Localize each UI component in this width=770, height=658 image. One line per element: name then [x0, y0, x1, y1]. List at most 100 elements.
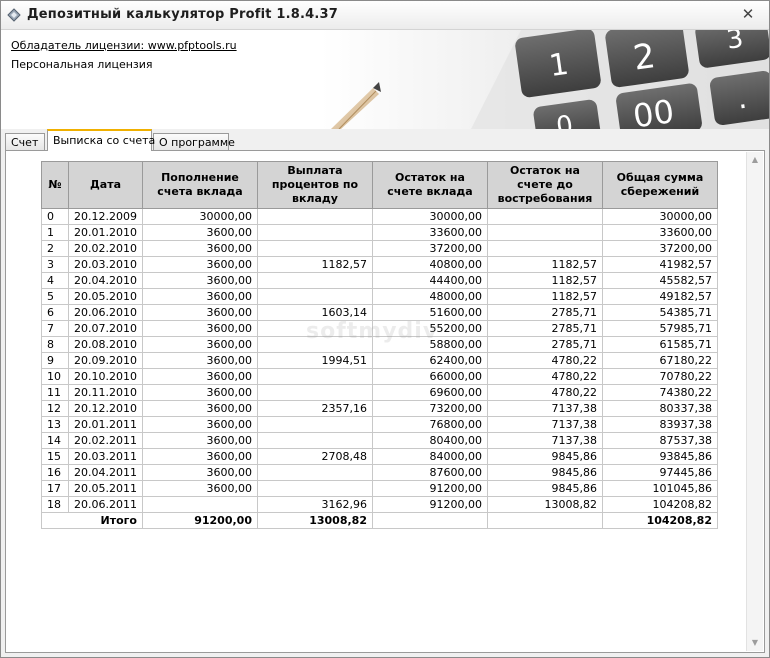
table-cell: 30000,00 [141, 208, 258, 225]
table-cell: 101045,86 [601, 480, 718, 497]
table-cell: 2708,48 [256, 448, 373, 465]
title-bar[interactable]: Депозитный калькулятор Profit 1.8.4.37 ✕ [1, 1, 769, 30]
column-header-demand-balance: Остаток на счете до востребования [486, 161, 603, 209]
table-cell: 37200,00 [601, 240, 718, 257]
table-cell: 3600,00 [141, 224, 258, 241]
scroll-up-icon[interactable]: ▲ [747, 152, 763, 168]
table-cell: 8 [41, 336, 69, 353]
statement-panel: № Дата Пополнение счета вклада Выплата п… [5, 150, 765, 653]
table-cell: 9845,86 [486, 464, 603, 481]
table-cell: 3600,00 [141, 480, 258, 497]
table-cell: 55200,00 [371, 320, 488, 337]
table-cell: 20.04.2011 [68, 464, 143, 481]
table-cell: 91200,00 [371, 480, 488, 497]
table-cell: 49182,57 [601, 288, 718, 305]
table-row: 5 20.05.2010 3600,00 48000,00 1182,57 49182,5… [41, 288, 718, 305]
table-cell: 74380,22 [601, 384, 718, 401]
table-cell [256, 288, 373, 305]
table-cell: 7 [41, 320, 69, 337]
table-cell: 3600,00 [141, 448, 258, 465]
table-cell: 20.04.2010 [68, 272, 143, 289]
table-cell: 3600,00 [141, 240, 258, 257]
table-cell: 20.02.2011 [68, 432, 143, 449]
table-cell [141, 496, 258, 513]
column-header-total-savings: Общая сумма сбережений [601, 161, 718, 209]
column-header-date: Дата [68, 161, 143, 209]
table-cell: 1 [41, 224, 69, 241]
table-cell: 13 [41, 416, 69, 433]
table-cell: 3600,00 [141, 400, 258, 417]
table-row: 6 20.06.2010 3600,00 1603,14 51600,00 2785,71… [41, 304, 718, 321]
table-row: 13 20.01.2011 3600,00 76800,00 7137,38 83937,… [41, 416, 718, 433]
close-button[interactable]: ✕ [735, 4, 761, 24]
scroll-down-icon[interactable]: ▼ [747, 635, 763, 651]
table-cell: 3600,00 [141, 416, 258, 433]
table-cell [256, 368, 373, 385]
table-cell: 2357,16 [256, 400, 373, 417]
table-cell: 1182,57 [486, 256, 603, 273]
table-cell [256, 384, 373, 401]
table-row: 7 20.07.2010 3600,00 55200,00 2785,71 57985,7… [41, 320, 718, 337]
table-cell: 12 [41, 400, 69, 417]
table-cell: 1182,57 [486, 288, 603, 305]
key-00-label: 00 [631, 92, 677, 129]
app-window: Депозитный калькулятор Profit 1.8.4.37 ✕… [0, 0, 770, 658]
tab-account[interactable]: Счет [5, 133, 45, 150]
table-cell: 20.05.2011 [68, 480, 143, 497]
table-row: 2 20.02.2010 3600,00 37200,00 37200,00 [41, 240, 718, 257]
table-cell: 20.03.2011 [68, 448, 143, 465]
table-cell: 76800,00 [371, 416, 488, 433]
table-cell: 4780,22 [486, 368, 603, 385]
table-cell: 93845,86 [601, 448, 718, 465]
table-cell: 54385,71 [601, 304, 718, 321]
license-type-label: Персональная лицензия [11, 58, 153, 71]
table-header-row: № Дата Пополнение счета вклада Выплата п… [41, 161, 718, 209]
total-empty-cell [371, 512, 488, 529]
table-row: 16 20.04.2011 3600,00 87600,00 9845,86 97445,… [41, 464, 718, 481]
table-cell [256, 224, 373, 241]
vertical-scrollbar[interactable]: ▲ ▼ [746, 152, 763, 651]
table-row: 12 20.12.2010 3600,00 2357,16 73200,00 7137,3… [41, 400, 718, 417]
table-cell: 48000,00 [371, 288, 488, 305]
tab-about[interactable]: О программе [153, 133, 235, 150]
table-cell: 84000,00 [371, 448, 488, 465]
table-cell: 1182,57 [486, 272, 603, 289]
table-cell: 11 [41, 384, 69, 401]
table-cell: 2785,71 [486, 320, 603, 337]
table-cell [256, 240, 373, 257]
column-header-deposit: Пополнение счета вклада [141, 161, 258, 209]
table-row: 14 20.02.2011 3600,00 80400,00 7137,38 87537,… [41, 432, 718, 449]
table-cell: 3600,00 [141, 272, 258, 289]
statement-table: № Дата Пополнение счета вклада Выплата п… [41, 161, 718, 529]
tab-statement[interactable]: Выписка со счета [47, 129, 155, 151]
column-header-interest: Выплата процентов по вкладу [256, 161, 373, 209]
table-cell [256, 272, 373, 289]
table-row: 9 20.09.2010 3600,00 1994,51 62400,00 4780,22… [41, 352, 718, 369]
app-icon [7, 8, 21, 22]
table-cell: 17 [41, 480, 69, 497]
table-cell: 70780,22 [601, 368, 718, 385]
license-header: Обладатель лицензии: www.pfptools.ru Пер… [1, 30, 769, 129]
table-row: 8 20.08.2010 3600,00 58800,00 2785,71 61585,7… [41, 336, 718, 353]
table-cell: 83937,38 [601, 416, 718, 433]
table-cell: 20.01.2010 [68, 224, 143, 241]
table-cell: 20.08.2010 [68, 336, 143, 353]
table-row: 17 20.05.2011 3600,00 91200,00 9845,86 101045… [41, 480, 718, 497]
window-title: Депозитный калькулятор Profit 1.8.4.37 [27, 7, 339, 22]
table-cell: 10 [41, 368, 69, 385]
table-cell: 87600,00 [371, 464, 488, 481]
table-cell: 9845,86 [486, 448, 603, 465]
table-cell: 33600,00 [371, 224, 488, 241]
table-cell: 3600,00 [141, 464, 258, 481]
table-cell: 3600,00 [141, 352, 258, 369]
table-cell: 20.06.2010 [68, 304, 143, 321]
table-cell: 91200,00 [371, 496, 488, 513]
key-3-label: 3 [725, 30, 746, 56]
table-cell: 6 [41, 304, 69, 321]
table-cell [256, 208, 373, 225]
table-cell: 13008,82 [486, 496, 603, 513]
license-owner-link[interactable]: Обладатель лицензии: www.pfptools.ru [11, 39, 237, 52]
total-savings: 104208,82 [601, 512, 718, 529]
table-cell [256, 336, 373, 353]
table-cell: 3600,00 [141, 320, 258, 337]
